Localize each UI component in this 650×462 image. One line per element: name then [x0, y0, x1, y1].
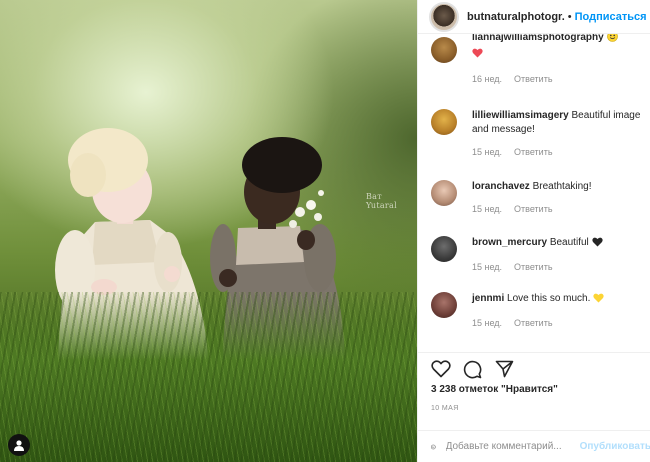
commenter-avatar[interactable]: [431, 292, 457, 318]
commenter-username[interactable]: loranchavez: [472, 181, 530, 192]
like-heart-icon[interactable]: [431, 360, 451, 378]
post-header: butnaturalphotogr. • Подписаться: [418, 0, 650, 34]
post-date[interactable]: 10 МАЯ: [431, 405, 459, 412]
post-actions-bar: [418, 352, 650, 382]
reply-button[interactable]: Ответить: [514, 74, 552, 84]
comment-meta: 16 нед. Ответить: [472, 74, 646, 84]
reply-button[interactable]: Ответить: [514, 204, 552, 214]
comment-content: Love this so much.: [507, 293, 591, 304]
user-tag-button[interactable]: [8, 434, 30, 456]
grass-background: [0, 292, 417, 462]
commenter-avatar[interactable]: [431, 236, 457, 262]
likes-count[interactable]: 3 238 отметок "Нравится": [431, 384, 558, 395]
comment-meta: 15 нед. Ответить: [472, 262, 646, 272]
commenter-avatar[interactable]: [431, 37, 457, 63]
header-separator: •: [567, 10, 572, 23]
comment-time: 15 нед.: [472, 262, 503, 272]
comment-text: jennmi Love this so much.: [472, 292, 646, 308]
comment-text: lilliewilliamsimagery Beautiful image an…: [472, 109, 646, 137]
comment-item: jennmi Love this so much. 15 нед. Ответит…: [431, 292, 646, 328]
red-heart-emoji-icon: [472, 48, 483, 63]
follow-button[interactable]: Подписаться: [575, 11, 647, 23]
comments-list[interactable]: liannajwilliamsphotography 16 нед. Ответи…: [418, 34, 650, 352]
comment-time: 15 нед.: [472, 318, 503, 328]
black-heart-emoji-icon: [592, 237, 603, 252]
comment-content: Beautiful: [549, 237, 589, 248]
comment-time: 16 нед.: [472, 74, 503, 84]
commenter-username[interactable]: lilliewilliamsimagery: [472, 110, 569, 121]
comment-meta: 15 нед. Ответить: [472, 204, 646, 214]
reply-button[interactable]: Ответить: [514, 262, 552, 272]
user-icon: [14, 440, 24, 451]
comment-time: 15 нед.: [472, 147, 503, 157]
comment-meta: 15 нед. Ответить: [472, 147, 646, 157]
post-side-panel: butnaturalphotogr. • Подписаться liannaj…: [417, 0, 650, 462]
comment-composer: Опубликовать: [418, 430, 650, 462]
commenter-username[interactable]: jennmi: [472, 293, 504, 304]
comment-input[interactable]: [445, 441, 578, 452]
commenter-avatar[interactable]: [431, 180, 457, 206]
photo-watermark: Ват Yutaral: [366, 192, 397, 210]
commenter-username[interactable]: liannajwilliamsphotography: [472, 34, 604, 43]
comment-meta: 15 нед. Ответить: [472, 318, 646, 328]
comment-text: brown_mercury Beautiful: [472, 236, 646, 252]
author-avatar[interactable]: [429, 1, 459, 32]
comment-bubble-icon[interactable]: [463, 360, 482, 379]
comment-item: brown_mercury Beautiful 15 нед. Ответить: [431, 236, 646, 272]
commenter-username[interactable]: brown_mercury: [472, 237, 547, 248]
comment-text: liannajwilliamsphotography: [472, 34, 646, 63]
post-photo[interactable]: Ват Yutaral: [0, 0, 417, 462]
comment-item: lilliewilliamsimagery Beautiful image an…: [431, 109, 646, 157]
publish-button[interactable]: Опубликовать: [580, 441, 650, 452]
yellow-heart-emoji-icon: [593, 293, 605, 308]
comment-text: loranchavez Breathtaking!: [472, 180, 646, 194]
comment-item: loranchavez Breathtaking! 15 нед. Ответит…: [431, 180, 646, 214]
comment-item: liannajwilliamsphotography 16 нед. Ответи…: [431, 34, 646, 84]
smile-emoji-icon: [606, 34, 618, 47]
comment-time: 15 нед.: [472, 204, 503, 214]
reply-button[interactable]: Ответить: [514, 318, 552, 328]
commenter-avatar[interactable]: [431, 109, 457, 135]
reply-button[interactable]: Ответить: [514, 147, 552, 157]
comment-content: Breathtaking!: [532, 181, 592, 192]
author-username[interactable]: butnaturalphotogr.: [467, 11, 565, 23]
emoji-picker-icon[interactable]: [431, 438, 436, 456]
share-send-icon[interactable]: [495, 360, 514, 378]
